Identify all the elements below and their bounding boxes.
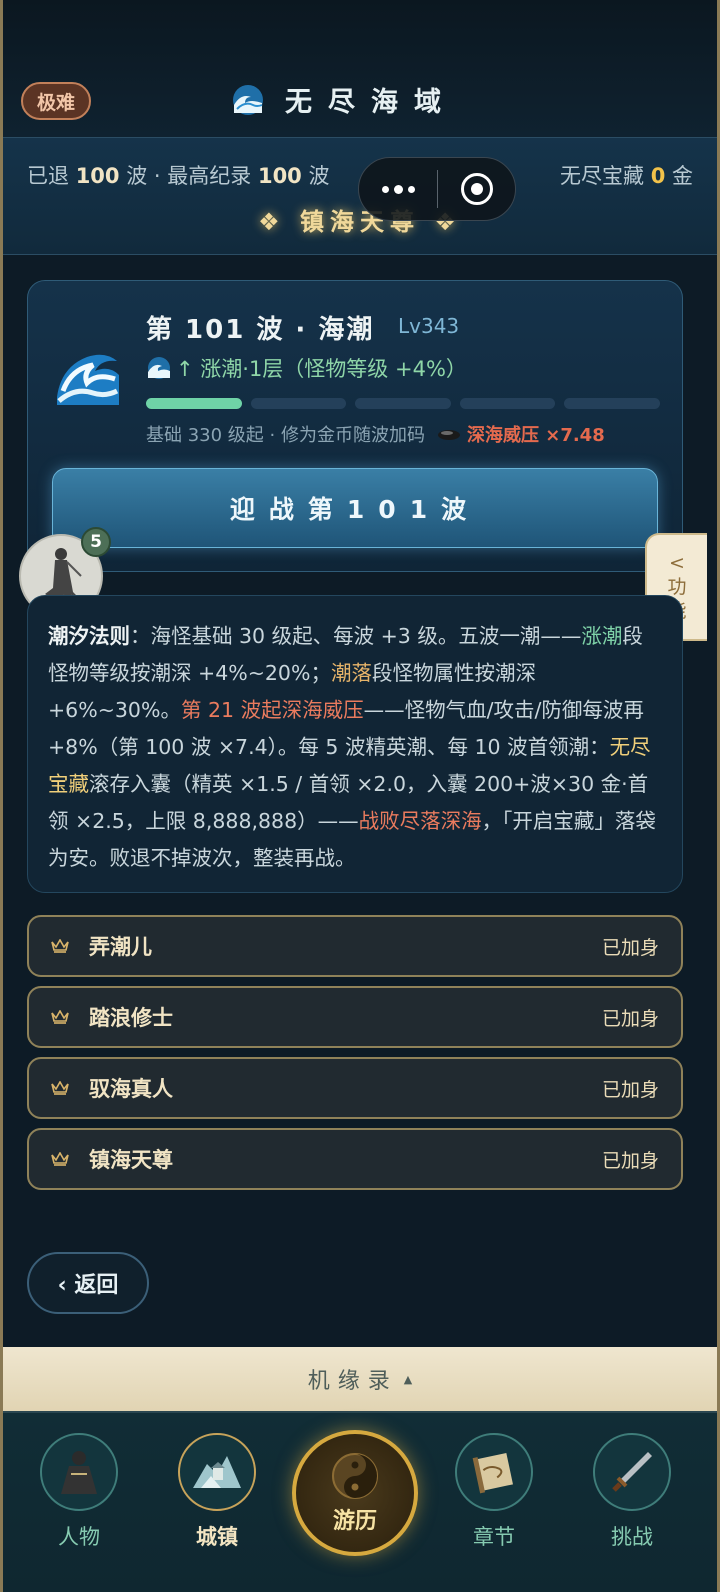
- nav-travel[interactable]: 游历: [292, 1430, 418, 1556]
- tide-segment: [146, 398, 242, 409]
- jiyuan-label: 机缘录: [307, 1369, 398, 1394]
- tide-text: ↑ 涨潮·1层（怪物等级 +4%）: [176, 357, 467, 381]
- title-status: 已加身: [601, 1078, 659, 1101]
- tide-segment: [459, 398, 556, 409]
- miniprogram-capsule: [358, 157, 516, 221]
- top-header: 极难 无尽海域: [3, 0, 717, 137]
- nav-town-label: 城镇: [196, 1525, 238, 1549]
- wave-level: Lv343: [398, 314, 460, 338]
- wave-stats: 已退 100 波 · 最高纪录 100 波: [27, 160, 329, 190]
- title-name: 踏浪修士: [89, 1006, 173, 1030]
- nav-challenge[interactable]: 挑战: [592, 1433, 672, 1551]
- tide-segment: [355, 398, 451, 409]
- chevron-left-icon: <: [669, 552, 685, 574]
- big-wave-icon: [57, 354, 119, 405]
- rules-rise: 涨潮: [581, 624, 623, 648]
- best-label: · 最高纪录: [153, 164, 252, 188]
- title-name: 弄潮儿: [89, 935, 152, 959]
- treasure-value: 0: [650, 164, 666, 188]
- wave-unit: 波: [126, 164, 148, 188]
- crown-icon: [51, 1010, 69, 1024]
- crown-icon: [51, 1152, 69, 1166]
- yinyang-icon: [332, 1453, 378, 1499]
- nav-chapter[interactable]: 章节: [454, 1433, 534, 1551]
- caret-up-icon: ▲: [403, 1372, 413, 1386]
- rules-text: ：海怪基础 30 级起、每波 +3 级。五波一潮——: [130, 624, 582, 648]
- wave-unit: 波: [308, 164, 330, 188]
- title-name: 镇海天尊: [89, 1148, 173, 1172]
- retreated-value: 100: [75, 164, 120, 188]
- nav-chapter-label: 章节: [473, 1525, 515, 1549]
- fight-wave-button[interactable]: 迎战第101波: [52, 468, 658, 548]
- town-icon: [178, 1433, 256, 1511]
- nav-travel-label: 游历: [332, 1509, 377, 1534]
- tide-segment: [250, 398, 347, 409]
- nav-person[interactable]: 人物: [39, 1433, 119, 1551]
- nav-person-label: 人物: [58, 1525, 100, 1549]
- title-name: 驭海真人: [89, 1077, 173, 1101]
- page-title-text: 无尽海域: [285, 87, 457, 118]
- wave-title: 第 101 波 · 海潮: [146, 315, 375, 345]
- tide-progress: [146, 398, 660, 409]
- deep-pressure-icon: [437, 430, 460, 440]
- person-icon: [40, 1433, 118, 1511]
- sword-icon: [593, 1433, 671, 1511]
- retreated-label: 已退: [27, 164, 69, 188]
- back-button[interactable]: ‹ 返回: [27, 1252, 149, 1314]
- page-title: 无尽海域: [231, 80, 457, 119]
- title-item[interactable]: 镇海天尊 已加身: [27, 1128, 683, 1190]
- rules-deep-pressure: 第 21 波起深海威压: [180, 698, 364, 722]
- more-icon[interactable]: [359, 158, 437, 220]
- treasure-label: 无尽宝藏: [560, 164, 644, 188]
- basic-text: 基础 330 级起 · 修为金币随波加码: [146, 425, 425, 446]
- jiyuan-drawer-toggle[interactable]: 机缘录 ▲: [3, 1347, 717, 1411]
- crown-icon: [51, 939, 69, 953]
- avatar-count-badge: 5: [81, 527, 111, 557]
- rules-lose: 战败尽落深海: [358, 809, 482, 833]
- title-item[interactable]: 弄潮儿 已加身: [27, 915, 683, 977]
- tide-segment: [564, 398, 660, 409]
- best-value: 100: [257, 164, 302, 188]
- small-wave-icon: [148, 357, 170, 379]
- treasure-stats: 无尽宝藏 0 金: [560, 160, 693, 190]
- wave-icon: [233, 84, 263, 115]
- title-item[interactable]: 踏浪修士 已加身: [27, 986, 683, 1048]
- crown-icon: [51, 1081, 69, 1095]
- title-item[interactable]: 驭海真人 已加身: [27, 1057, 683, 1119]
- tide-status: ↑ 涨潮·1层（怪物等级 +4%）: [146, 353, 467, 383]
- rules-fall: 潮落: [330, 661, 372, 685]
- title-status: 已加身: [601, 936, 659, 959]
- nav-challenge-label: 挑战: [611, 1525, 653, 1549]
- title-status: 已加身: [601, 1149, 659, 1172]
- close-target-icon[interactable]: [438, 173, 515, 205]
- tide-rules-panel: 潮汐法则：海怪基础 30 级起、每波 +3 级。五波一潮——涨潮段怪物等级按潮深…: [27, 595, 683, 893]
- pressure-text: 深海威压 ×7.48: [466, 425, 605, 446]
- title-status: 已加身: [601, 1007, 659, 1030]
- difficulty-badge[interactable]: 极难: [21, 82, 91, 120]
- rules-heading: 潮汐法则: [48, 624, 130, 648]
- nav-town[interactable]: 城镇: [177, 1433, 257, 1551]
- treasure-unit: 金: [672, 164, 693, 188]
- wave-basic-info: 基础 330 级起 · 修为金币随波加码 深海威压 ×7.48: [146, 421, 605, 447]
- scroll-map-icon: [455, 1433, 533, 1511]
